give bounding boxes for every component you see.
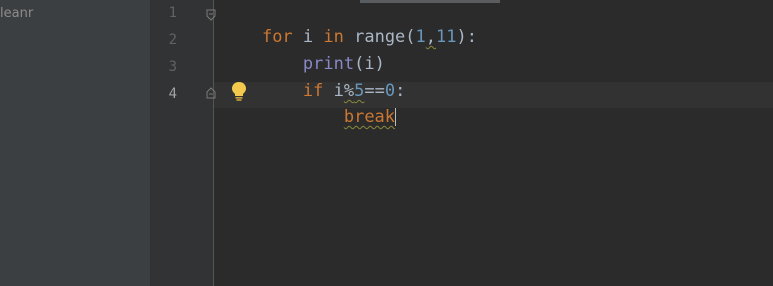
line-number: 2 [168,32,177,48]
line-number: 3 [168,59,177,75]
fold-open-icon[interactable] [206,9,216,21]
code-line-4[interactable]: break [221,84,397,150]
text-caret [395,108,397,126]
code-token: ): [456,27,477,47]
fold-end-icon[interactable] [206,87,216,99]
project-tree-item[interactable]: leanr [0,6,33,21]
line-number: 1 [168,5,177,21]
code-token: : [395,81,406,101]
line-number-current: 4 [168,86,177,102]
editor-tab-indicator [360,0,500,3]
code-token-warning: , [425,27,437,47]
ide-window: leanr 1 2 3 4 for i in range(1,11): prin… [0,0,773,286]
number-token: 1 [415,27,426,47]
gutter-divider [213,0,214,286]
project-panel[interactable]: leanr [0,0,151,286]
keyword-token-warning: break [343,107,396,127]
number-token: 11 [436,27,457,47]
